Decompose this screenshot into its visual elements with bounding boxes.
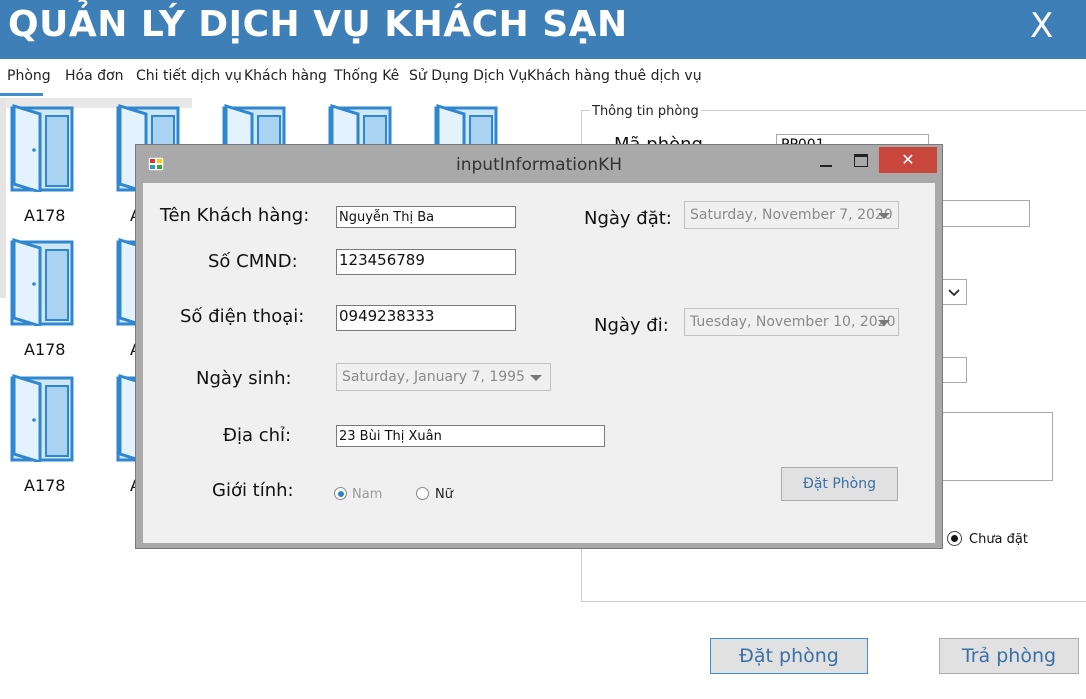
name-input[interactable]: Nguyễn Thị Ba bbox=[336, 206, 516, 228]
room-tile[interactable]: A178 bbox=[0, 238, 80, 359]
dialog-close-button[interactable]: ✕ bbox=[879, 147, 937, 173]
chevron-down-icon bbox=[948, 289, 960, 297]
gender-label: Giới tính: bbox=[212, 480, 294, 501]
gender-male-label: Nam bbox=[352, 487, 383, 502]
booking-date-value: Saturday, November 7, 2020 bbox=[690, 207, 893, 223]
dialog-titlebar[interactable]: inputInformationKH ✕ bbox=[136, 145, 942, 183]
room-tile[interactable]: A178 bbox=[0, 104, 80, 225]
menu-item-phong[interactable]: Phòng bbox=[7, 68, 51, 84]
door-icon bbox=[10, 374, 74, 462]
return-room-button[interactable]: Trả phòng bbox=[939, 638, 1079, 674]
leave-date-picker[interactable]: Tuesday, November 10, 2020 bbox=[684, 308, 899, 336]
menu-item-chi-tiet-dich-vu[interactable]: Chi tiết dịch vụ bbox=[136, 68, 242, 84]
dialog-title: inputInformationKH bbox=[456, 155, 623, 175]
room-label: A178 bbox=[24, 206, 66, 225]
gender-radio-male[interactable] bbox=[334, 487, 347, 500]
chevron-down-icon bbox=[878, 213, 890, 219]
room-label: A178 bbox=[24, 340, 66, 359]
customer-info-dialog: inputInformationKH ✕ Tên Khách hàng: Ngu… bbox=[135, 144, 943, 549]
status-radio-label: Chưa đặt bbox=[969, 532, 1028, 547]
phone-label: Số điện thoại: bbox=[180, 306, 305, 327]
menu-item-su-dung-dich-vu[interactable]: Sử Dụng Dịch Vụ bbox=[409, 68, 527, 84]
name-label: Tên Khách hàng: bbox=[160, 205, 310, 226]
menu-bar: Phòng Hóa đơn Chi tiết dịch vụ Khách hàn… bbox=[0, 59, 1086, 97]
app-window-icon bbox=[148, 157, 164, 171]
address-input[interactable]: 23 Bùi Thị Xuân bbox=[336, 425, 605, 447]
room-note-field[interactable] bbox=[938, 412, 1053, 481]
door-icon bbox=[10, 238, 74, 326]
gender-female-label: Nữ bbox=[435, 487, 453, 502]
app-titlebar: QUẢN LÝ DỊCH VỤ KHÁCH SẠN X bbox=[0, 0, 1086, 59]
active-tab-indicator bbox=[0, 93, 43, 96]
room-info-group-title: Thông tin phòng bbox=[590, 104, 701, 119]
app-title: QUẢN LÝ DỊCH VỤ KHÁCH SẠN bbox=[8, 4, 628, 45]
birthdate-picker[interactable]: Saturday, January 7, 1995 bbox=[336, 363, 551, 391]
dialog-body: Tên Khách hàng: Nguyễn Thị Ba Số CMND: 1… bbox=[143, 183, 935, 543]
submit-booking-button[interactable]: Đặt Phòng bbox=[781, 467, 898, 501]
menu-item-thong-ke[interactable]: Thống Kê bbox=[334, 68, 399, 84]
address-label: Địa chỉ: bbox=[223, 425, 292, 446]
chevron-down-icon bbox=[878, 320, 890, 326]
app-close-button[interactable]: X bbox=[1030, 6, 1053, 46]
book-room-button[interactable]: Đặt phòng bbox=[710, 638, 868, 674]
birthdate-value: Saturday, January 7, 1995 bbox=[342, 369, 525, 385]
booking-date-label: Ngày đặt: bbox=[584, 208, 672, 229]
birthdate-label: Ngày sinh: bbox=[196, 368, 292, 389]
maximize-icon[interactable] bbox=[854, 154, 868, 167]
leave-date-value: Tuesday, November 10, 2020 bbox=[690, 314, 896, 330]
room-name-field[interactable] bbox=[930, 200, 1030, 227]
chevron-down-icon bbox=[530, 375, 542, 381]
room-tile[interactable]: A178 bbox=[0, 374, 80, 495]
menu-item-khach-hang[interactable]: Khách hàng bbox=[244, 68, 327, 84]
id-label: Số CMND: bbox=[208, 251, 298, 272]
menu-item-hoa-don[interactable]: Hóa đơn bbox=[65, 68, 123, 84]
gender-radio-female[interactable] bbox=[416, 487, 429, 500]
phone-input[interactable]: 0949238333 bbox=[336, 305, 516, 331]
menu-item-khach-hang-thue-dich-vu[interactable]: Khách hàng thuê dịch vụ bbox=[527, 68, 702, 84]
door-icon bbox=[10, 104, 74, 192]
room-label: A178 bbox=[24, 476, 66, 495]
id-input[interactable]: 123456789 bbox=[336, 249, 516, 275]
minimize-icon[interactable] bbox=[820, 165, 832, 167]
status-radio-chua-dat[interactable] bbox=[947, 531, 962, 546]
leave-date-label: Ngày đi: bbox=[594, 315, 669, 336]
booking-date-picker[interactable]: Saturday, November 7, 2020 bbox=[684, 201, 899, 229]
